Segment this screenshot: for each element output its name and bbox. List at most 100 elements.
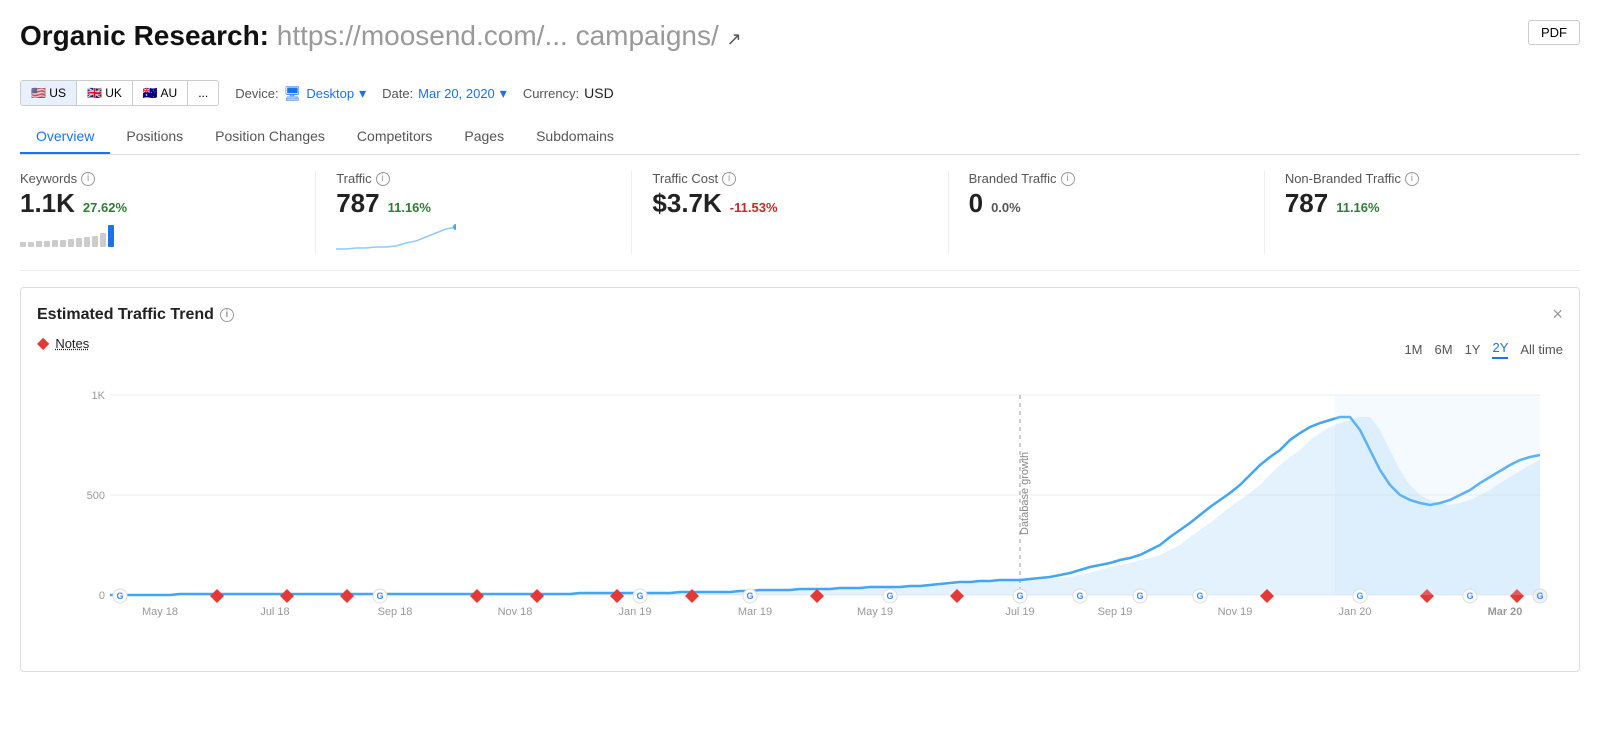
external-link-icon[interactable]: ↗ (727, 29, 742, 49)
legend-diamond-icon: ◆ (37, 333, 49, 353)
svg-text:G: G (116, 591, 123, 601)
non-branded-traffic-label: Non-Branded Traffic (1285, 171, 1401, 186)
traffic-cost-label: Traffic Cost (652, 171, 718, 186)
metric-traffic: Traffic i 787 11.16% (316, 171, 632, 254)
currency-label: Currency: (523, 86, 579, 101)
date-label: Date: (382, 86, 413, 101)
tab-pages[interactable]: Pages (448, 120, 520, 154)
country-us[interactable]: 🇺🇸 US (21, 81, 77, 105)
keywords-change: 27.62% (83, 200, 127, 215)
metric-keywords: Keywords i 1.1K 27.62% (20, 171, 316, 254)
keywords-mini-chart (20, 219, 295, 247)
country-more[interactable]: ... (188, 81, 218, 105)
traffic-value: 787 (336, 188, 379, 219)
google-marker: G (1073, 589, 1087, 603)
country-uk[interactable]: 🇬🇧 UK (77, 81, 133, 105)
pdf-button[interactable]: PDF (1528, 20, 1580, 45)
traffic-change: 11.16% (388, 200, 431, 215)
note-marker[interactable] (470, 589, 484, 603)
svg-text:Nov 19: Nov 19 (1218, 606, 1253, 618)
time-filter-2y[interactable]: 2Y (1492, 340, 1508, 359)
google-marker: G (1193, 589, 1207, 603)
tabs: Overview Positions Position Changes Comp… (20, 120, 1580, 155)
svg-text:Mar 20: Mar 20 (1488, 606, 1523, 618)
svg-text:G: G (1136, 591, 1143, 601)
svg-text:0: 0 (99, 590, 105, 602)
svg-text:1K: 1K (92, 390, 106, 402)
svg-text:G: G (886, 591, 893, 601)
traffic-label: Traffic (336, 171, 371, 186)
date-selector: Date: Mar 20, 2020 ▾ (382, 85, 507, 102)
keywords-info-icon[interactable]: i (81, 172, 95, 186)
google-marker: G (113, 589, 127, 603)
keywords-value: 1.1K (20, 188, 75, 219)
branded-traffic-change: 0.0% (991, 200, 1021, 215)
country-selector: 🇺🇸 US 🇬🇧 UK 🇦🇺 AU ... (20, 80, 219, 106)
traffic-trend-chart: 1K 500 0 Database growth May 18 Jul 18 S… (37, 375, 1563, 635)
svg-text:May 19: May 19 (857, 606, 893, 618)
metrics-row: Keywords i 1.1K 27.62% (20, 171, 1580, 271)
chart-title-info-icon[interactable]: i (220, 308, 234, 322)
svg-text:G: G (746, 591, 753, 601)
currency-value: USD (584, 85, 614, 101)
svg-text:Nov 18: Nov 18 (498, 606, 533, 618)
traffic-cost-info-icon[interactable]: i (722, 172, 736, 186)
chart-title-text: Estimated Traffic Trend (37, 306, 214, 324)
chart-close-button[interactable]: × (1552, 304, 1563, 325)
non-branded-traffic-change: 11.16% (1336, 200, 1379, 215)
tab-position-changes[interactable]: Position Changes (199, 120, 341, 154)
note-marker[interactable] (530, 589, 544, 603)
branded-traffic-value: 0 (969, 188, 983, 219)
google-marker: G (743, 589, 757, 603)
google-marker: G (373, 589, 387, 603)
traffic-mini-chart (336, 223, 611, 254)
svg-text:Jan 19: Jan 19 (618, 606, 651, 618)
metric-branded-traffic: Branded Traffic i 0 0.0% (949, 171, 1265, 254)
time-filter-6m[interactable]: 6M (1435, 342, 1453, 357)
note-marker[interactable] (210, 589, 224, 603)
date-value[interactable]: Mar 20, 2020 (418, 86, 495, 101)
currency-display: Currency: USD (523, 85, 614, 101)
tab-positions[interactable]: Positions (110, 120, 199, 154)
time-filter-1y[interactable]: 1Y (1465, 342, 1481, 357)
device-selector: Device: 🖥 Desktop ▾ (235, 85, 366, 102)
non-branded-traffic-info-icon[interactable]: i (1405, 172, 1419, 186)
device-label: Device: (235, 86, 278, 101)
tab-competitors[interactable]: Competitors (341, 120, 448, 154)
time-filter-1m[interactable]: 1M (1404, 342, 1422, 357)
traffic-info-icon[interactable]: i (376, 172, 390, 186)
legend-notes-label[interactable]: Notes (55, 336, 89, 351)
toolbar: 🇺🇸 US 🇬🇧 UK 🇦🇺 AU ... Device: 🖥 Desktop … (20, 80, 1580, 106)
svg-text:G: G (1016, 591, 1023, 601)
svg-text:Sep 19: Sep 19 (1098, 606, 1133, 618)
google-marker: G (1133, 589, 1147, 603)
note-marker[interactable] (610, 589, 624, 603)
chart-header: Estimated Traffic Trend i × (37, 304, 1563, 325)
keywords-label: Keywords (20, 171, 77, 186)
svg-text:Sep 18: Sep 18 (378, 606, 413, 618)
google-marker: G (1013, 589, 1027, 603)
svg-text:G: G (376, 591, 383, 601)
time-filter-all-time[interactable]: All time (1520, 342, 1563, 357)
chart-legend: ◆ Notes (37, 333, 89, 353)
svg-text:G: G (1076, 591, 1083, 601)
svg-text:Mar 19: Mar 19 (738, 606, 772, 618)
note-marker[interactable] (340, 589, 354, 603)
tab-overview[interactable]: Overview (20, 120, 110, 154)
note-marker[interactable] (280, 589, 294, 603)
branded-traffic-info-icon[interactable]: i (1061, 172, 1075, 186)
svg-text:Database growth: Database growth (1019, 452, 1031, 535)
chart-area: 1K 500 0 Database growth May 18 Jul 18 S… (37, 375, 1563, 655)
country-au[interactable]: 🇦🇺 AU (133, 81, 188, 105)
tab-subdomains[interactable]: Subdomains (520, 120, 630, 154)
google-marker: G (633, 589, 647, 603)
device-chevron-icon: ▾ (359, 85, 366, 102)
traffic-cost-change: -11.53% (730, 200, 778, 215)
date-chevron-icon: ▾ (500, 85, 507, 102)
branded-traffic-label: Branded Traffic (969, 171, 1057, 186)
traffic-cost-value: $3.7K (652, 188, 721, 219)
non-branded-traffic-value: 787 (1285, 188, 1328, 219)
metric-non-branded-traffic: Non-Branded Traffic i 787 11.16% (1265, 171, 1580, 254)
device-value[interactable]: Desktop (306, 86, 354, 101)
svg-text:Jul 19: Jul 19 (1005, 606, 1034, 618)
